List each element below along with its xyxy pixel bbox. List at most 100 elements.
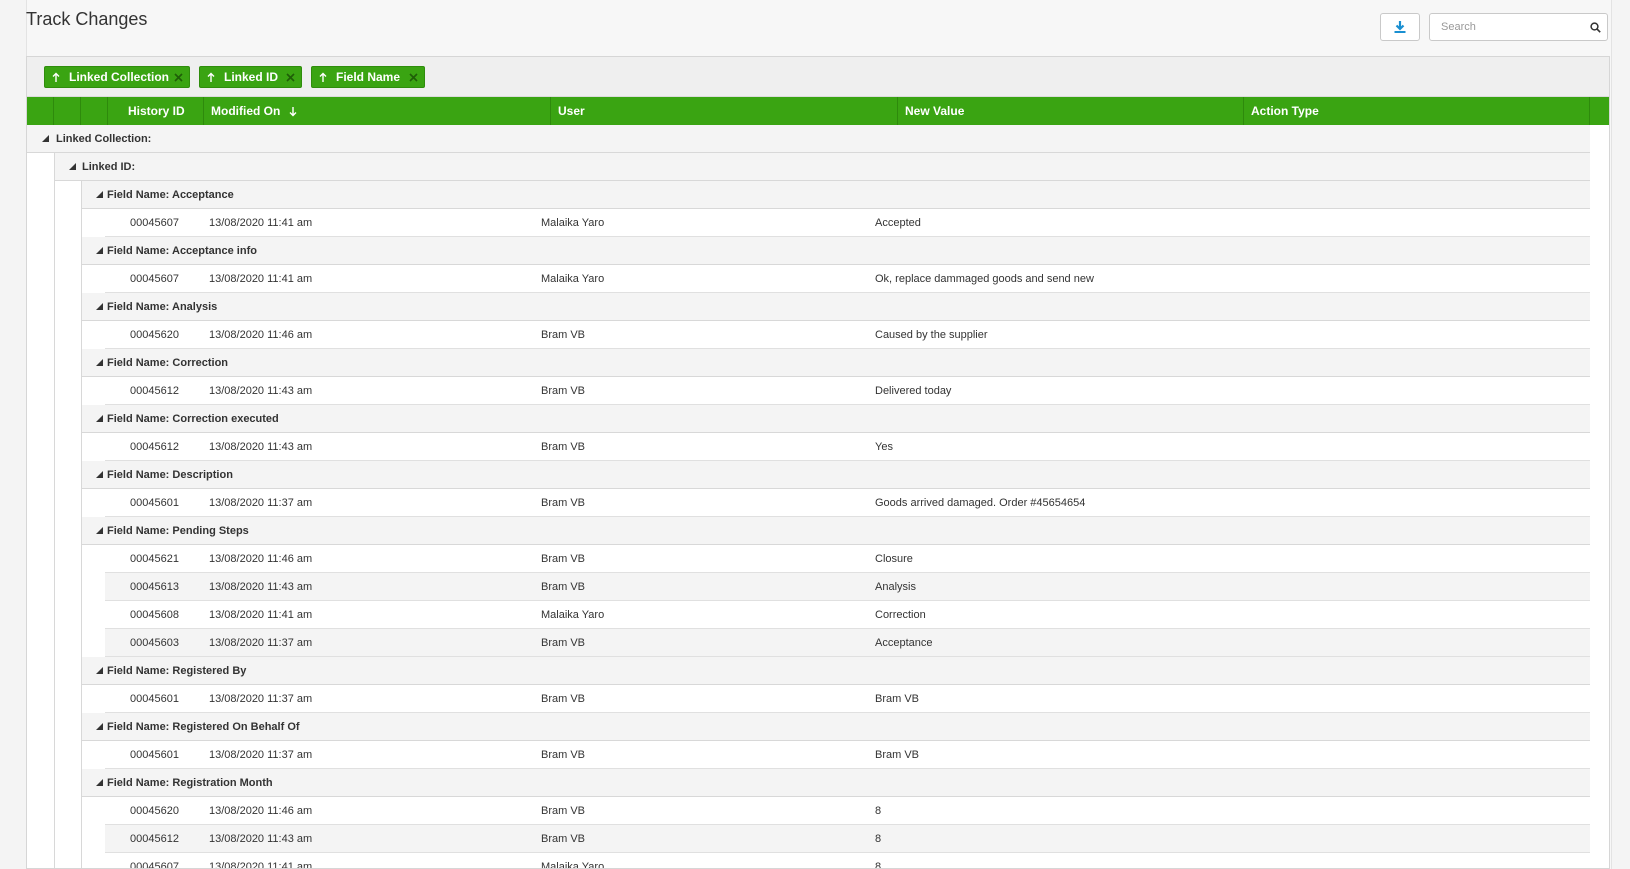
table-row[interactable]: 00045612 13/08/2020 11:43 am Bram VB Delive… — [105, 377, 1590, 405]
column-header-modified-on[interactable]: Modified On — [204, 97, 551, 125]
sort-up-arrow-icon[interactable] — [200, 72, 222, 83]
collapse-triangle-icon[interactable] — [92, 769, 106, 796]
column-header-user[interactable]: User — [551, 97, 898, 125]
column-header-label: History ID — [128, 104, 185, 118]
sort-up-arrow-icon[interactable] — [45, 72, 67, 83]
group-row-field-name[interactable]: Field Name: Registered By — [81, 657, 1590, 685]
group-row-field-name[interactable]: Field Name: Registration Month — [81, 769, 1590, 797]
collapse-triangle-icon[interactable] — [92, 405, 106, 432]
cell-new-value: Correction — [875, 608, 926, 621]
page-title: Track Changes — [26, 9, 148, 29]
group-label: Field Name: Registration Month — [107, 776, 273, 789]
cell-new-value: Delivered today — [875, 384, 952, 397]
cell-new-value: Closure — [875, 552, 913, 565]
collapse-triangle-icon[interactable] — [38, 125, 52, 152]
group-chip-label: Linked ID — [224, 70, 279, 84]
header-group-cell — [81, 97, 108, 125]
close-icon[interactable] — [283, 69, 297, 85]
search-icon[interactable] — [1583, 21, 1607, 33]
table-row[interactable]: 00045612 13/08/2020 11:43 am Bram VB Yes — [105, 433, 1590, 461]
close-icon[interactable] — [406, 69, 420, 85]
collapse-triangle-icon[interactable] — [92, 181, 106, 208]
group-row-field-name[interactable]: Field Name: Correction — [81, 349, 1590, 377]
tree-indent-line — [81, 181, 82, 868]
cell-new-value: Analysis — [875, 580, 916, 593]
cell-modified-on: 13/08/2020 11:46 am — [209, 328, 313, 341]
cell-new-value: Bram VB — [875, 748, 920, 761]
cell-modified-on: 13/08/2020 11:37 am — [209, 748, 313, 761]
cell-history-id: 00045612 — [130, 440, 179, 453]
table-row[interactable]: 00045607 13/08/2020 11:41 am Malaika Yaro O… — [105, 265, 1590, 293]
cell-modified-on: 13/08/2020 11:41 am — [209, 860, 313, 869]
collapse-triangle-icon[interactable] — [92, 713, 106, 740]
group-label: Field Name: Acceptance — [107, 188, 234, 201]
cell-user: Bram VB — [541, 384, 586, 397]
group-label: Field Name: Registered By — [107, 664, 247, 677]
cell-user: Bram VB — [541, 692, 586, 705]
group-row-field-name[interactable]: Field Name: Acceptance — [81, 181, 1590, 209]
collapse-triangle-icon[interactable] — [92, 349, 106, 376]
close-icon[interactable] — [171, 69, 185, 85]
column-header-label: New Value — [905, 104, 965, 118]
group-chip-linked-collection[interactable]: Linked Collection — [44, 66, 190, 88]
cell-modified-on: 13/08/2020 11:37 am — [209, 496, 313, 509]
group-label: Field Name: Pending Steps — [107, 524, 249, 537]
group-row-field-name[interactable]: Field Name: Acceptance info — [81, 237, 1590, 265]
group-row-field-name[interactable]: Field Name: Registered On Behalf Of — [81, 713, 1590, 741]
group-label: Linked Collection: — [56, 132, 152, 145]
group-label: Field Name: Acceptance info — [107, 244, 257, 257]
table-row[interactable]: 00045607 13/08/2020 11:41 am Malaika Yaro A… — [105, 209, 1590, 237]
column-header-action-type[interactable]: Action Type — [1244, 97, 1590, 125]
sort-up-arrow-icon[interactable] — [312, 72, 334, 83]
tree-indent-line — [54, 153, 55, 868]
table-row[interactable]: 00045603 13/08/2020 11:37 am Bram VB Accept… — [105, 629, 1590, 657]
table-row[interactable]: 00045612 13/08/2020 11:43 am Bram VB 8 — [105, 825, 1590, 853]
table-row[interactable]: 00045621 13/08/2020 11:46 am Bram VB Closur… — [105, 545, 1590, 573]
collapse-triangle-icon[interactable] — [65, 153, 79, 180]
group-label: Field Name: Correction executed — [107, 412, 279, 425]
group-row-field-name[interactable]: Field Name: Description — [81, 461, 1590, 489]
collapse-triangle-icon[interactable] — [92, 657, 106, 684]
search-input[interactable] — [1430, 14, 1583, 40]
track-changes-grid: Linked Collection Linked ID Field Name H… — [26, 56, 1610, 869]
cell-new-value: Goods arrived damaged. Order #45654654 — [875, 496, 1086, 509]
table-row[interactable]: 00045601 13/08/2020 11:37 am Bram VB Goods … — [105, 489, 1590, 517]
collapse-triangle-icon[interactable] — [92, 237, 106, 264]
collapse-triangle-icon[interactable] — [92, 461, 106, 488]
group-row-linked-collection[interactable]: Linked Collection: — [27, 125, 1590, 153]
table-row[interactable]: 00045613 13/08/2020 11:43 am Bram VB Analys… — [105, 573, 1590, 601]
group-label: Linked ID: — [82, 160, 136, 173]
group-chip-linked-id[interactable]: Linked ID — [199, 66, 302, 88]
group-row-field-name[interactable]: Field Name: Correction executed — [81, 405, 1590, 433]
cell-modified-on: 13/08/2020 11:43 am — [209, 440, 313, 453]
cell-new-value: Acceptance — [875, 636, 933, 649]
cell-history-id: 00045613 — [130, 580, 179, 593]
cell-new-value: 8 — [875, 860, 882, 869]
group-row-field-name[interactable]: Field Name: Pending Steps — [81, 517, 1590, 545]
group-row-field-name[interactable]: Field Name: Analysis — [81, 293, 1590, 321]
table-row[interactable]: 00045607 13/08/2020 11:41 am Malaika Yaro 8 — [105, 853, 1590, 869]
table-row[interactable]: 00045620 13/08/2020 11:46 am Bram VB Caused… — [105, 321, 1590, 349]
cell-history-id: 00045620 — [130, 328, 179, 341]
collapse-triangle-icon[interactable] — [92, 517, 106, 544]
table-row[interactable]: 00045601 13/08/2020 11:37 am Bram VB Bram V… — [105, 741, 1590, 769]
cell-modified-on: 13/08/2020 11:43 am — [209, 832, 313, 845]
table-row[interactable]: 00045608 13/08/2020 11:41 am Malaika Yaro C… — [105, 601, 1590, 629]
group-chip-field-name[interactable]: Field Name — [311, 66, 425, 88]
group-chip-label: Field Name — [336, 70, 401, 84]
cell-new-value: Yes — [875, 440, 893, 453]
table-row[interactable]: 00045620 13/08/2020 11:46 am Bram VB 8 — [105, 797, 1590, 825]
cell-new-value: Bram VB — [875, 692, 920, 705]
cell-history-id: 00045608 — [130, 608, 179, 621]
cell-user: Bram VB — [541, 552, 586, 565]
download-button[interactable] — [1380, 13, 1420, 41]
table-row[interactable]: 00045601 13/08/2020 11:37 am Bram VB Bram V… — [105, 685, 1590, 713]
collapse-triangle-icon[interactable] — [92, 293, 106, 320]
cell-user: Malaika Yaro — [541, 608, 605, 621]
column-header-history-id[interactable]: History ID — [108, 97, 204, 125]
cell-new-value: Accepted — [875, 216, 921, 229]
group-chip-label: Linked Collection — [69, 70, 170, 84]
column-header-new-value[interactable]: New Value — [898, 97, 1244, 125]
group-row-linked-id[interactable]: Linked ID: — [54, 153, 1590, 181]
cell-user: Malaika Yaro — [541, 860, 605, 869]
